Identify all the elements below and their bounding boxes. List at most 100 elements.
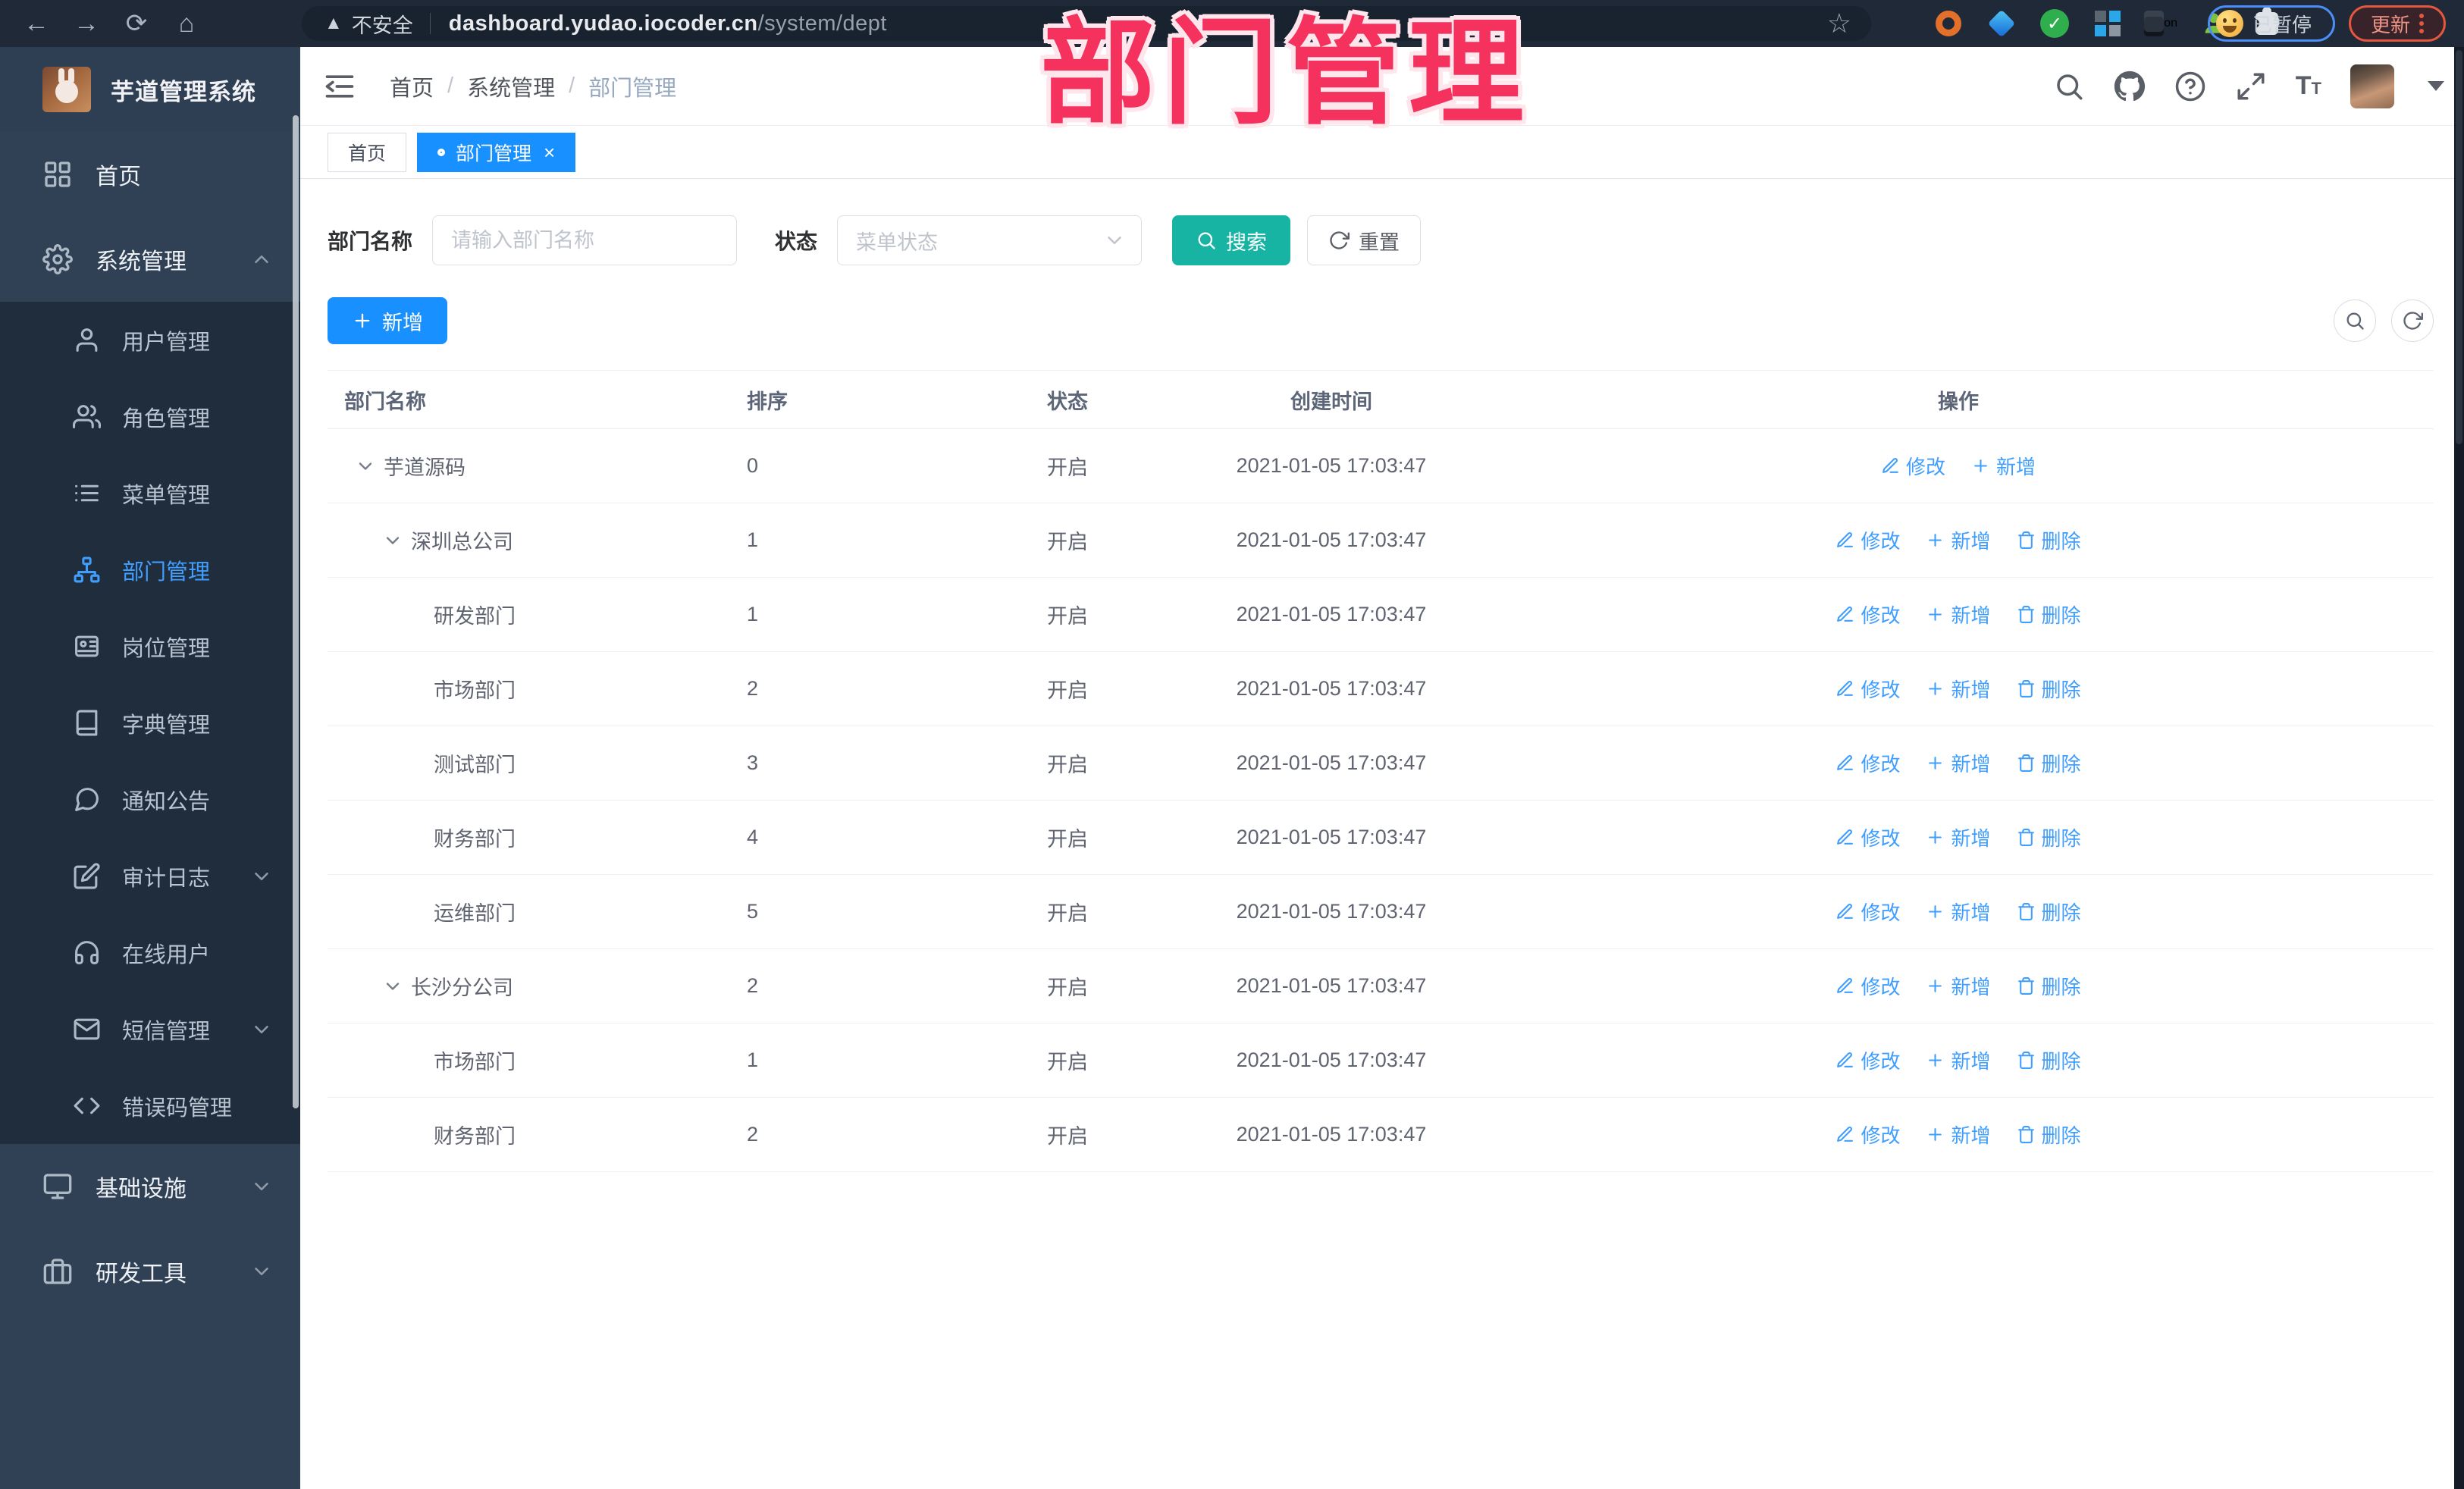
row-add-button[interactable]: 新增 — [1971, 452, 2036, 480]
row-delete-button[interactable]: 删除 — [2017, 675, 2081, 703]
profile-chip[interactable]: 已暂停 — [2208, 5, 2335, 42]
sidebar-item-online[interactable]: 在线用户 — [0, 914, 300, 991]
chevron-down-icon — [250, 1018, 273, 1041]
github-icon[interactable] — [2114, 71, 2146, 102]
expand-caret-icon[interactable] — [382, 530, 403, 551]
row-add-button[interactable]: 新增 — [1926, 898, 1991, 926]
row-delete-button[interactable]: 删除 — [2017, 526, 2081, 554]
sidebar-item-post[interactable]: 岗位管理 — [0, 608, 300, 685]
sidebar-item-menu[interactable]: 菜单管理 — [0, 455, 300, 531]
security-warning[interactable]: ▲ 不安全 — [302, 9, 430, 39]
row-delete-button[interactable]: 删除 — [2017, 749, 2081, 777]
row-add-button[interactable]: 新增 — [1926, 675, 1991, 703]
forward-arrow-icon[interactable]: → — [67, 5, 106, 42]
row-edit-button[interactable]: 修改 — [1881, 452, 1945, 480]
row-add-button[interactable]: 新增 — [1926, 972, 1991, 1000]
tab-dept-management[interactable]: 部门管理 × — [417, 132, 576, 172]
row-edit-button[interactable]: 修改 — [1835, 1121, 1900, 1149]
collapse-menu-icon[interactable] — [323, 70, 356, 103]
row-add-button[interactable]: 新增 — [1926, 823, 1991, 851]
sidebar-item-infra[interactable]: 基础设施 — [0, 1144, 300, 1229]
update-button[interactable]: 更新 — [2349, 5, 2446, 42]
row-edit-button[interactable]: 修改 — [1835, 972, 1900, 1000]
security-label: 不安全 — [351, 14, 413, 37]
row-edit-button[interactable]: 修改 — [1835, 526, 1900, 554]
row-delete-button[interactable]: 删除 — [2017, 600, 2081, 629]
message-icon — [73, 1015, 101, 1043]
kebab-menu-icon[interactable] — [2419, 14, 2424, 33]
back-arrow-icon[interactable]: ← — [17, 5, 56, 42]
row-delete-button[interactable]: 删除 — [2017, 972, 2081, 1000]
row-delete-button[interactable]: 删除 — [2017, 823, 2081, 851]
blue-gem-extension-icon[interactable] — [1985, 7, 2018, 40]
row-edit-button[interactable]: 修改 — [1835, 823, 1900, 851]
action-label: 删除 — [2041, 976, 2081, 998]
search-button[interactable]: 搜索 — [1172, 215, 1291, 265]
sidebar-item-role[interactable]: 角色管理 — [0, 378, 300, 455]
bookmark-star-icon[interactable]: ☆ — [1827, 10, 1851, 37]
breadcrumb-item[interactable]: 首页 — [390, 71, 434, 102]
status-cell: 开启 — [1047, 902, 1088, 925]
plus-icon — [352, 310, 373, 331]
row-add-button[interactable]: 新增 — [1926, 749, 1991, 777]
sidebar-item-audit[interactable]: 审计日志 — [0, 838, 300, 914]
pencil-icon — [1835, 679, 1854, 698]
sidebar-item-notice[interactable]: 通知公告 — [0, 761, 300, 838]
text-size-icon[interactable]: TT — [2296, 71, 2321, 101]
sidebar-item-label: 岗位管理 — [122, 636, 211, 661]
row-edit-button[interactable]: 修改 — [1835, 675, 1900, 703]
breadcrumb-item[interactable]: 系统管理 — [467, 71, 555, 102]
close-icon[interactable]: × — [544, 143, 555, 162]
row-add-button[interactable]: 新增 — [1926, 600, 1991, 629]
sidebar-item-dict[interactable]: 字典管理 — [0, 685, 300, 761]
row-actions: 修改 新增 删除 — [1483, 1121, 2434, 1149]
proxy-on-extension-icon[interactable]: on — [2144, 7, 2177, 40]
sidebar-item-user[interactable]: 用户管理 — [0, 302, 300, 378]
search-icon[interactable] — [2053, 71, 2085, 102]
sidebar-item-system[interactable]: 系统管理 — [0, 217, 300, 302]
sidebar-item-devtools[interactable]: 研发工具 — [0, 1229, 300, 1314]
reset-button[interactable]: 重置 — [1307, 215, 1422, 265]
sidebar-item-errcode[interactable]: 错误码管理 — [0, 1067, 300, 1144]
window-scrollbar[interactable] — [2454, 47, 2464, 1489]
tab-home[interactable]: 首页 — [328, 132, 407, 172]
pencil-icon — [1881, 456, 1900, 475]
sidebar-item-dept[interactable]: 部门管理 — [0, 531, 300, 608]
row-delete-button[interactable]: 删除 — [2017, 1121, 2081, 1149]
monitor-icon — [42, 1171, 73, 1202]
avatar[interactable] — [2350, 64, 2394, 108]
row-delete-button[interactable]: 删除 — [2017, 1046, 2081, 1074]
row-delete-button[interactable]: 删除 — [2017, 898, 2081, 926]
expand-caret-icon[interactable] — [355, 456, 376, 477]
dept-name-input[interactable] — [432, 215, 738, 265]
sidebar-item-sms[interactable]: 短信管理 — [0, 991, 300, 1067]
sidebar-item-home[interactable]: 首页 — [0, 132, 300, 217]
row-edit-button[interactable]: 修改 — [1835, 1046, 1900, 1074]
row-edit-button[interactable]: 修改 — [1835, 749, 1900, 777]
row-edit-button[interactable]: 修改 — [1835, 600, 1900, 629]
home-icon[interactable]: ⌂ — [167, 5, 206, 42]
fullscreen-icon[interactable] — [2235, 71, 2267, 102]
pencil-icon — [1835, 828, 1854, 847]
reload-icon[interactable]: ⟳ — [117, 5, 156, 42]
green-check-extension-icon[interactable]: ✓ — [2038, 7, 2071, 40]
refresh-table-button[interactable] — [2391, 299, 2434, 342]
show-search-toggle-button[interactable] — [2334, 299, 2376, 342]
grid-extension-icon[interactable] — [2091, 7, 2124, 40]
table-tools — [2334, 299, 2434, 342]
expand-caret-icon[interactable] — [382, 976, 403, 997]
help-icon[interactable] — [2174, 71, 2206, 102]
row-add-button[interactable]: 新增 — [1926, 1046, 1991, 1074]
sidebar-logo[interactable]: 芋道管理系统 — [0, 47, 300, 132]
orange-ring-extension-icon[interactable] — [1932, 7, 1965, 40]
toolbox-icon — [42, 1256, 73, 1287]
row-add-button[interactable]: 新增 — [1926, 526, 1991, 554]
row-edit-button[interactable]: 修改 — [1835, 898, 1900, 926]
status-select[interactable]: 菜单状态 — [837, 215, 1143, 265]
dept-name-cell: 长沙分公司 — [328, 971, 730, 1001]
add-button[interactable]: 新增 — [328, 297, 447, 344]
caret-down-icon[interactable] — [2428, 81, 2444, 91]
action-label: 删除 — [2041, 604, 2081, 627]
row-add-button[interactable]: 新增 — [1926, 1121, 1991, 1149]
sidebar-scrollbar[interactable] — [293, 115, 299, 1108]
